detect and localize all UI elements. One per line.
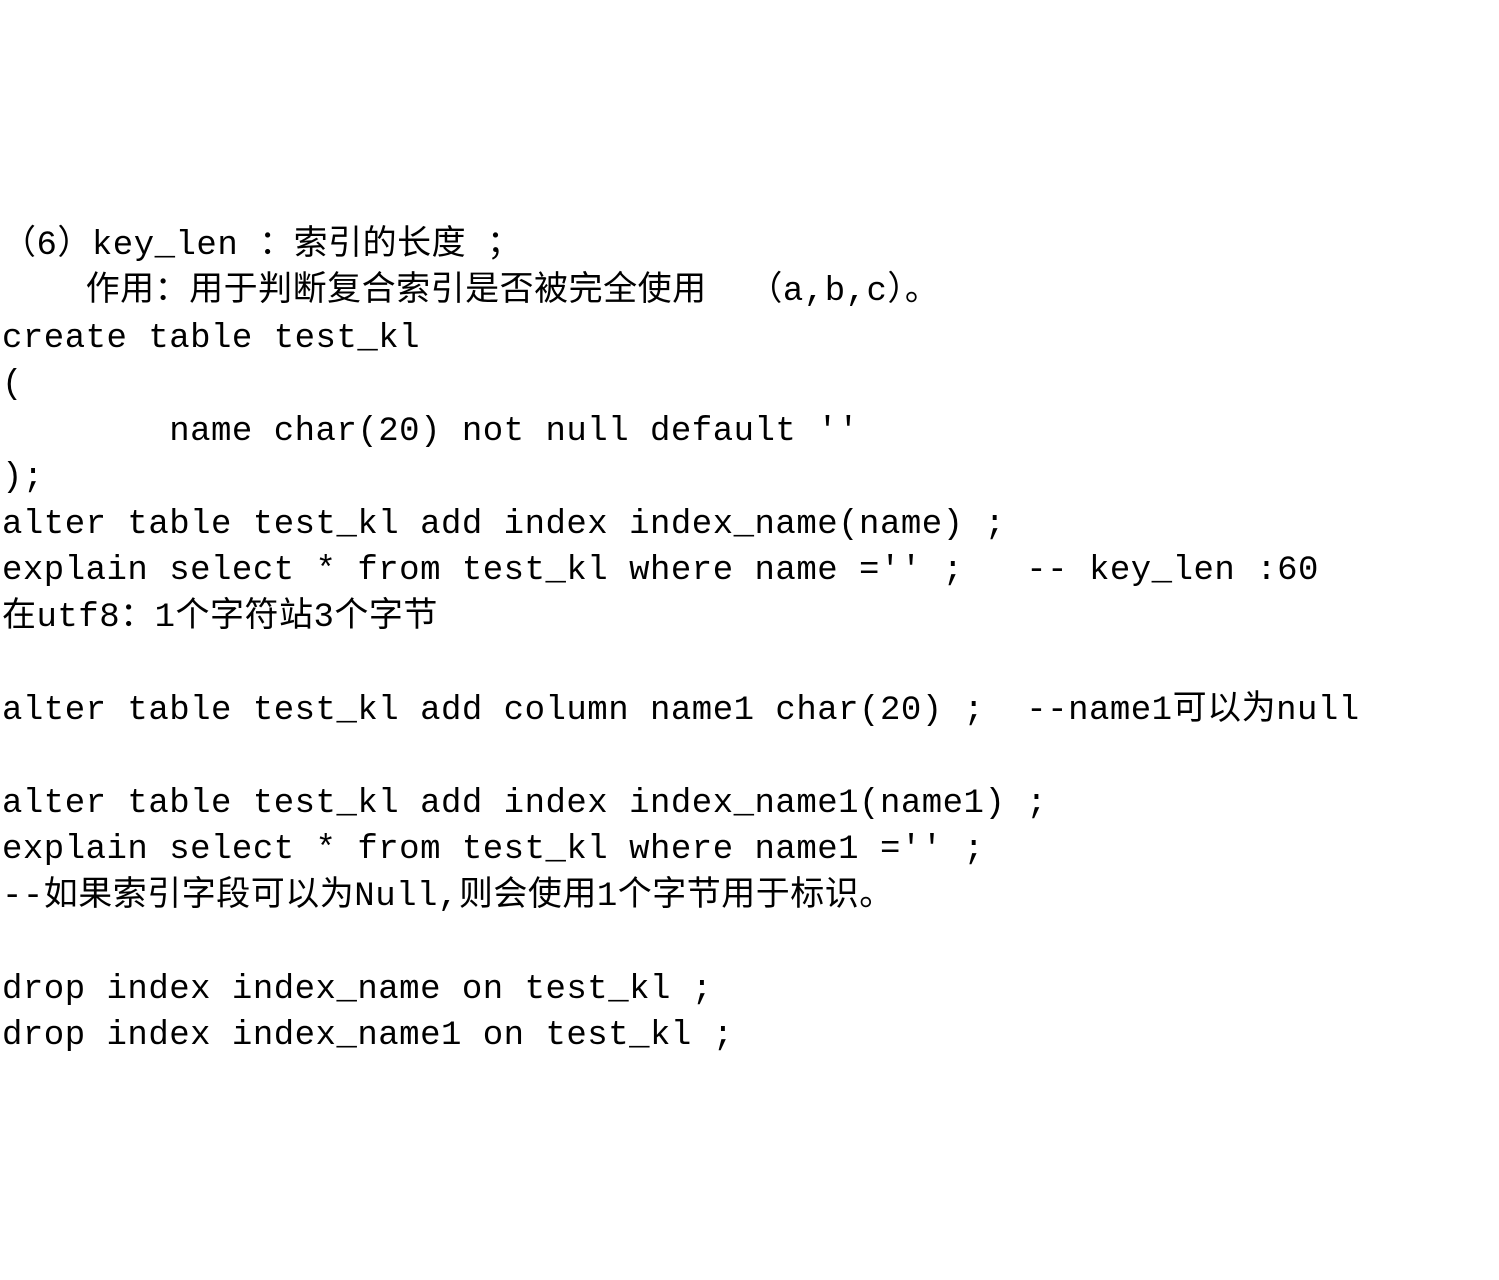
sql-comment-null: --如果索引字段可以为Null,则会使用1个字节用于标识。	[2, 878, 894, 916]
sql-drop-index-1: drop index index_name on test_kl ;	[2, 971, 713, 1009]
document-body: （6）key_len ：索引的长度 ； 作用：用于判断复合索引是否被完全使用 （…	[2, 178, 1499, 1059]
text-line-1: （6）key_len ：索引的长度 ；	[2, 227, 522, 265]
sql-explain-2: explain select * from test_kl where name…	[2, 831, 984, 869]
sql-column-def: name char(20) not null default ''	[2, 413, 859, 451]
sql-alter-add-index: alter table test_kl add index index_name…	[2, 506, 1005, 544]
text-utf8-note: 在utf8：1个字符站3个字节	[2, 599, 438, 637]
sql-paren-close: );	[2, 459, 44, 497]
sql-alter-add-column: alter table test_kl add column name1 cha…	[2, 692, 1360, 730]
sql-alter-add-index-2: alter table test_kl add index index_name…	[2, 785, 1047, 823]
text-line-2: 作用：用于判断复合索引是否被完全使用 （a,b,c）。	[2, 273, 939, 311]
sql-paren-open: (	[2, 366, 23, 404]
sql-create-table: create table test_kl	[2, 320, 420, 358]
sql-drop-index-2: drop index index_name1 on test_kl ;	[2, 1017, 734, 1055]
sql-explain-1: explain select * from test_kl where name…	[2, 552, 1319, 590]
